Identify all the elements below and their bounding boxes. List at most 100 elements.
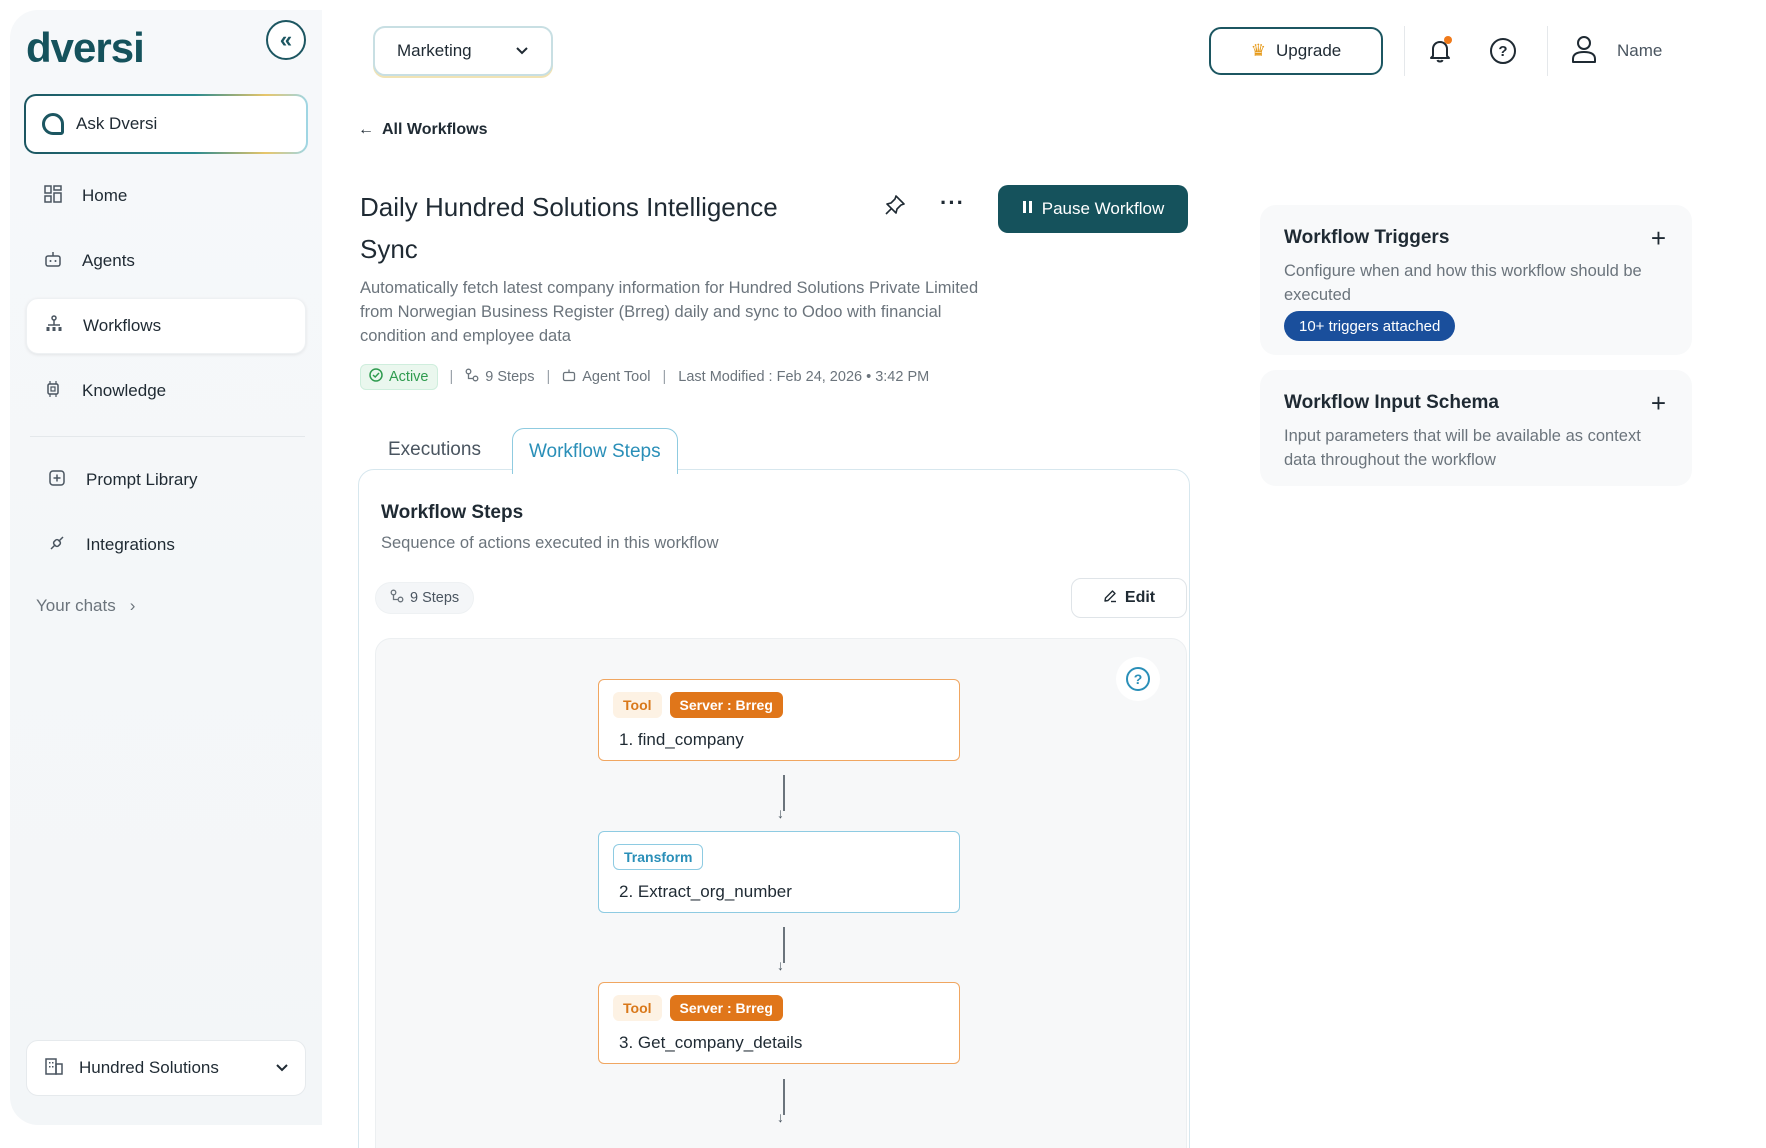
sidebar-item-workflows[interactable]: Workflows [26,298,306,354]
steps-count-label: 9 Steps [410,590,460,606]
step-type-tag: Tool [613,692,662,718]
step-connector-arrow: ↓ [777,1079,791,1125]
steps-panel-subtitle: Sequence of actions executed in this wor… [381,534,719,552]
steps-meta: 9 Steps [465,368,534,386]
building-icon [43,1056,65,1081]
steps-meta-label: 9 Steps [485,369,535,385]
user-name[interactable]: Name [1617,41,1662,61]
pin-icon[interactable] [884,194,906,222]
all-workflows-back-link[interactable]: ← All Workflows [358,121,488,139]
dversi-logo[interactable]: dversi [26,24,145,72]
back-link-label: All Workflows [382,121,488,138]
chip-icon [42,380,64,403]
workflow-tabs: Executions Workflow Steps [372,428,678,474]
sidebar-item-label: Home [82,186,128,205]
double-chevron-left-icon: « [279,27,293,52]
workflow-description: Automatically fetch latest company infor… [360,279,979,345]
edit-label: Edit [1124,589,1156,606]
workflow-step-node[interactable]: Tool Server : Brreg 3. Get_company_detai… [598,982,960,1064]
pencil-icon [1103,589,1117,608]
organization-select[interactable]: Hundred Solutions [26,1040,306,1096]
hierarchy-icon [43,314,65,338]
step-tags: Transform [613,844,704,870]
your-chats-label: Your chats [36,596,116,615]
steps-panel-title: Workflow Steps [381,502,524,523]
triggers-attached-badge[interactable]: 10+ triggers attached [1284,311,1456,341]
team-select-value: Marketing [397,41,472,60]
plus-square-icon [46,469,68,492]
workflow-input-schema-card: Workflow Input Schema + Input parameters… [1260,370,1692,486]
triggers-card-title: Workflow Triggers [1284,227,1450,248]
upgrade-button[interactable]: ♛ Upgrade [1209,27,1383,75]
step-connector-arrow: ↓ [777,927,791,973]
sidebar-item-home[interactable]: Home [26,168,306,224]
grid-icon [42,184,64,208]
header-divider [1404,26,1405,76]
tab-workflow-steps[interactable]: Workflow Steps [511,428,678,474]
steps-icon [390,589,404,607]
canvas-help-button[interactable]: ? [1116,657,1160,701]
meta-separator: | [449,369,454,385]
robot-icon [42,250,64,273]
sidebar-item-knowledge[interactable]: Knowledge [26,363,306,419]
status-badge: Active [360,364,438,390]
step-server-tag: Server : Brreg [669,692,783,718]
upgrade-label: Upgrade [1276,41,1342,60]
tab-executions[interactable]: Executions [372,428,497,472]
schema-card-description: Input parameters that will be available … [1284,427,1641,469]
chevron-right-icon: › [129,596,136,615]
help-icon[interactable]: ? [1490,38,1516,64]
ask-dversi-label: Ask Dversi [76,114,158,133]
step-connector-arrow: ↓ [777,775,791,821]
steps-icon [465,368,479,386]
pause-workflow-label: Pause Workflow [1041,199,1165,218]
header-divider [1547,26,1548,76]
chevron-down-icon [275,1060,289,1076]
sidebar-item-label: Workflows [83,316,162,335]
notification-dot [1444,36,1452,44]
pause-icon [1022,199,1034,219]
sidebar-item-integrations[interactable]: Integrations [26,517,306,573]
help-icon: ? [1126,667,1150,691]
sidebar: dversi « Ask Dversi Home Agents Workflow… [10,10,322,1125]
pause-workflow-button[interactable]: Pause Workflow [998,185,1188,233]
more-options-icon[interactable]: ··· [940,190,965,216]
step-label: 3. Get_company_details [619,1033,803,1052]
ask-dversi-button[interactable]: Ask Dversi [24,94,308,154]
step-tags: Tool Server : Brreg [613,692,783,718]
agent-meta: Agent Tool [562,368,651,386]
sidebar-item-agents[interactable]: Agents [26,233,306,289]
sidebar-item-label: Knowledge [82,381,167,400]
step-type-tag: Tool [613,995,662,1021]
arrow-down-icon: ↓ [777,1109,784,1125]
add-input-plus-icon[interactable]: + [1651,388,1666,419]
step-tags: Tool Server : Brreg [613,995,783,1021]
workflow-step-node[interactable]: Tool Server : Brreg 1. find_company [598,679,960,761]
collapse-sidebar-button[interactable]: « [266,20,306,60]
add-trigger-plus-icon[interactable]: + [1651,223,1666,254]
user-avatar-icon[interactable] [1570,34,1600,68]
triggers-card-description: Configure when and how this workflow sho… [1284,262,1642,304]
edit-steps-button[interactable]: Edit [1071,578,1187,618]
team-select[interactable]: Marketing [373,26,553,76]
workflow-canvas[interactable]: ? Tool Server : Brreg 1. find_company ↓ … [375,638,1187,1148]
step-label: 2. Extract_org_number [619,882,792,901]
workflow-steps-panel: Workflow Steps Sequence of actions execu… [358,469,1190,1148]
status-label: Active [389,369,429,385]
notifications-bell-icon[interactable] [1426,36,1454,66]
workflow-step-node[interactable]: Transform 2. Extract_org_number [598,831,960,913]
arrow-down-icon: ↓ [777,805,784,821]
agent-meta-label: Agent Tool [582,369,651,385]
sidebar-item-label: Agents [82,251,135,270]
sidebar-item-label: Integrations [86,535,175,554]
step-type-tag: Transform [613,844,704,870]
sidebar-item-prompt-library[interactable]: Prompt Library [26,452,306,508]
schema-card-title: Workflow Input Schema [1284,392,1500,413]
your-chats-toggle[interactable]: Your chats › [36,596,135,616]
sidebar-item-label: Prompt Library [86,470,198,489]
arrow-left-icon: ← [358,121,374,138]
arrow-down-icon: ↓ [777,957,784,973]
step-label: 1. find_company [619,730,744,749]
page-title: Daily Hundred Solutions Intelligence Syn… [360,192,778,264]
robot-icon [562,368,576,386]
